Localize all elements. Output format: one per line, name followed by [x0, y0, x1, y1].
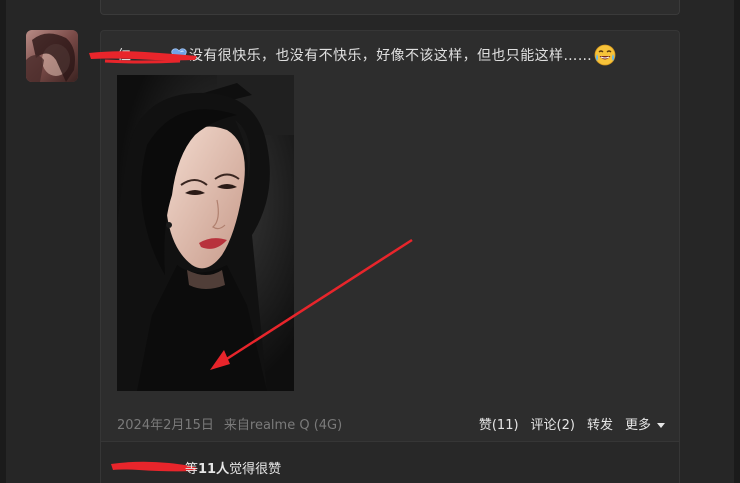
likes-text: 等11人觉得很赞	[185, 458, 281, 477]
post-date[interactable]: 2024年2月15日	[117, 418, 214, 433]
repost-button[interactable]: 转发	[587, 414, 613, 433]
previous-post-card	[100, 0, 680, 15]
more-label: 更多	[624, 418, 651, 433]
likes-count[interactable]: 11人	[198, 462, 229, 477]
photo-image	[117, 75, 294, 391]
right-border	[734, 0, 740, 483]
caret-down-icon	[657, 423, 665, 428]
user-avatar[interactable]	[26, 30, 78, 82]
post-source[interactable]: 来自realme Q (4G)	[224, 418, 342, 433]
post-text: 没有很快乐，也没有不快乐，好像不该这样，但也只能这样……	[189, 48, 593, 64]
post-card: 仁 没有很快乐，也没有不快乐，好像不该这样，但也只能这样……	[89, 30, 680, 483]
laughing-crying-emoji-icon	[594, 44, 616, 66]
likes-suffix: 觉得很赞	[229, 462, 282, 477]
post-meta: 2024年2月15日 来自realme Q (4G)	[117, 414, 342, 433]
left-border	[0, 0, 6, 483]
post-photo[interactable]	[117, 75, 294, 391]
likes-summary-bar: 等11人觉得很赞	[101, 441, 679, 483]
avatar-image	[26, 30, 78, 82]
likes-prefix: 等	[185, 462, 199, 477]
post-actions: 赞(11) 评论(2) 转发 更多	[479, 414, 665, 433]
like-button[interactable]: 赞(11)	[479, 414, 519, 433]
feed-viewport: 仁 没有很快乐，也没有不快乐，好像不该这样，但也只能这样……	[0, 0, 740, 483]
name-redaction	[89, 51, 197, 64]
more-button[interactable]: 更多	[625, 414, 665, 433]
comment-button[interactable]: 评论(2)	[531, 414, 575, 433]
